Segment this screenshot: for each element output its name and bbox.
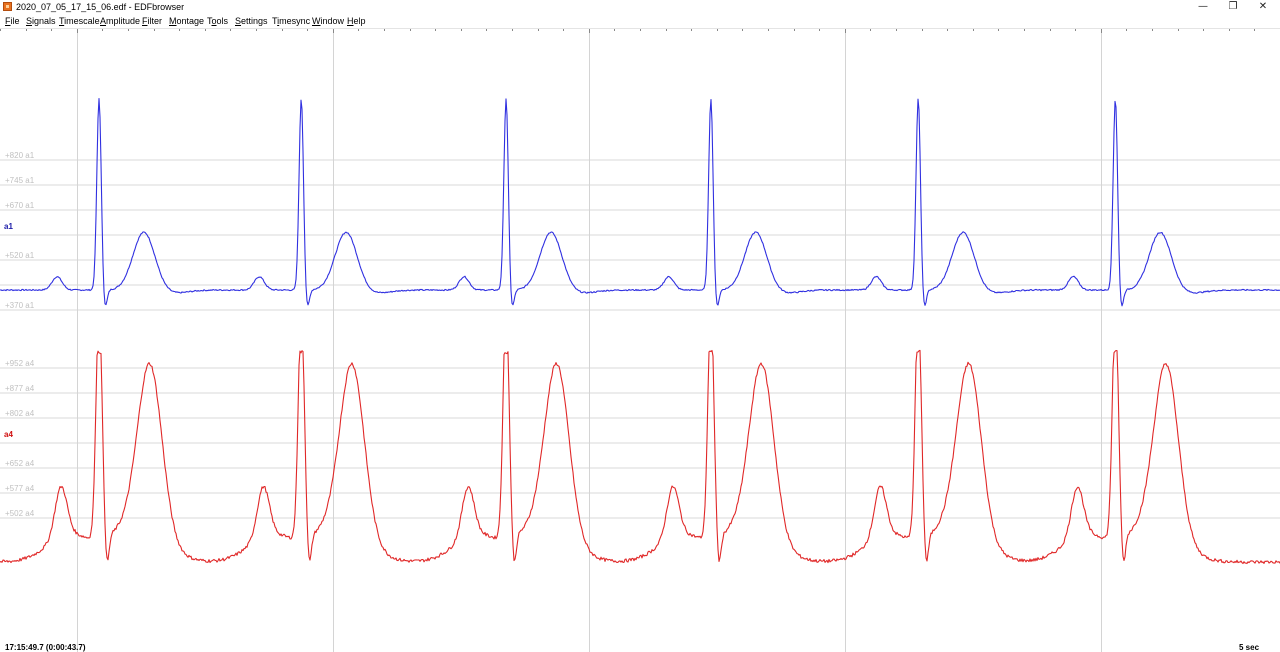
signal-label-a1: a1 <box>4 222 13 231</box>
signal-plot-area[interactable]: +820 a1 +745 a1 +670 a1 +520 a1 +370 a1 a1 +95… <box>0 0 1280 652</box>
grid-label: +745 a1 <box>5 176 35 185</box>
grid-label: +820 a1 <box>5 151 35 160</box>
grid-label: +577 a4 <box>5 484 35 493</box>
grid-label: +877 a4 <box>5 384 35 393</box>
grid-label: +652 a4 <box>5 459 35 468</box>
status-time: 17:15:49.7 (0:00:43.7) <box>5 643 86 652</box>
grid-label: +370 a1 <box>5 301 35 310</box>
status-timescale: 5 sec <box>1239 643 1260 652</box>
grid-label: +502 a4 <box>5 509 35 518</box>
grid-label: +520 a1 <box>5 251 35 260</box>
grid-label: +952 a4 <box>5 359 35 368</box>
signal-trace-a1 <box>0 98 1280 307</box>
grid-label: +670 a1 <box>5 201 35 210</box>
signal-trace-a4 <box>0 349 1280 565</box>
signal-label-a4: a4 <box>4 430 13 439</box>
grid-label: +802 a4 <box>5 409 35 418</box>
